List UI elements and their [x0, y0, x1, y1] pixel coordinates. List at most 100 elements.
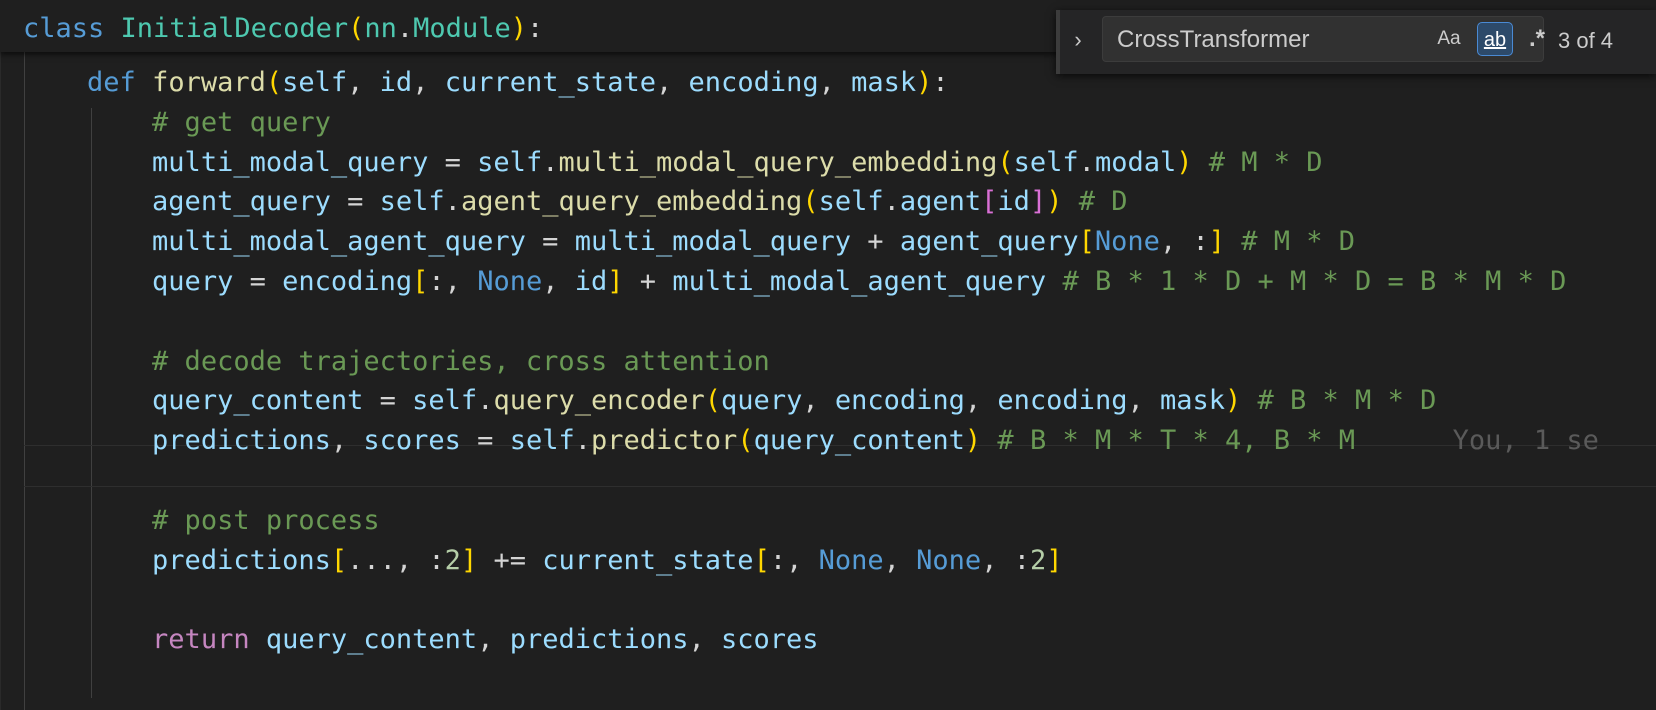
code-token: encoding — [282, 266, 413, 297]
code-token: Module — [413, 13, 511, 44]
code-token: self — [282, 67, 348, 98]
code-token: . — [396, 13, 414, 44]
code-token: predictor — [591, 425, 738, 457]
code-token: agent_query — [899, 226, 1079, 258]
code-token: [ — [330, 544, 348, 576]
code-token: predictions — [509, 624, 689, 656]
code-token: mask — [851, 67, 917, 98]
code-token: ( — [997, 146, 1014, 178]
code-token: ] — [1208, 226, 1225, 258]
code-token: , — [802, 385, 835, 417]
match-case-button[interactable]: Aa — [1431, 22, 1467, 56]
code-token: # M * D — [1224, 226, 1356, 258]
code-line[interactable]: predictions, scores = self.predictor(que… — [22, 420, 1599, 462]
code-token: ( — [265, 67, 283, 98]
code-line[interactable]: agent_query = self.agent_query_embedding… — [22, 181, 1128, 223]
code-token: = — [525, 226, 575, 258]
use-regex-button[interactable]: .* — [1519, 22, 1555, 56]
code-token: . — [444, 186, 461, 218]
code-token: ) — [1046, 186, 1063, 218]
code-token: 2 — [1029, 544, 1047, 576]
code-token: :, — [769, 544, 819, 576]
code-token: query — [721, 385, 803, 417]
code-token: query — [152, 266, 234, 297]
code-line[interactable]: predictions[..., :2] += current_state[:,… — [22, 540, 1062, 582]
code-token: : — [526, 13, 544, 44]
code-token: ( — [348, 13, 365, 44]
toggle-replace-button[interactable]: › — [1068, 24, 1088, 56]
sticky-class-line[interactable]: class InitialDecoder(nn.Module): — [23, 8, 543, 50]
code-token: # M * D — [1192, 146, 1323, 178]
code-token: ( — [802, 186, 819, 218]
code-token: : — [932, 67, 949, 98]
match-count: 3 of 4 — [1558, 28, 1614, 53]
code-token: id — [997, 186, 1030, 218]
find-widget: › Aa ab .* 3 of 4 — [1056, 10, 1656, 74]
code-token: None — [916, 544, 982, 576]
code-token: = — [330, 186, 380, 218]
chevron-right-icon: › — [1074, 27, 1082, 52]
code-line[interactable]: # post process — [22, 500, 380, 542]
find-input[interactable] — [1115, 23, 1399, 57]
code-token: ) — [916, 67, 933, 98]
code-token: , — [542, 266, 575, 297]
code-token: , : — [981, 544, 1030, 576]
code-token: query_encoder — [493, 385, 705, 417]
code-token: self — [412, 385, 478, 417]
code-token: predictions — [152, 425, 331, 457]
code-token: multi_modal_query_embedding — [558, 146, 998, 178]
code-token: . — [1078, 146, 1095, 178]
code-token: None — [818, 544, 884, 576]
code-token: agent — [899, 186, 982, 218]
code-token: self — [379, 186, 445, 218]
code-token: InitialDecoder — [120, 13, 349, 44]
code-token: query_content — [152, 385, 364, 417]
code-token: ] — [1029, 186, 1047, 218]
code-token: # B * M * D — [1241, 385, 1437, 417]
code-token: . — [574, 425, 591, 457]
code-line[interactable]: query = encoding[:, None, id] + multi_mo… — [22, 261, 1566, 303]
code-token: # post process — [152, 504, 380, 536]
code-line[interactable]: return query_content, predictions, score… — [22, 619, 819, 661]
match-whole-word-button[interactable]: ab — [1477, 22, 1513, 56]
code-line[interactable]: query_content = self.query_encoder(query… — [22, 380, 1436, 422]
code-token: scores — [721, 624, 819, 656]
find-input-box[interactable]: Aa ab .* — [1102, 16, 1545, 62]
code-line[interactable]: multi_modal_query = self. multi_modal_que… — [22, 142, 1323, 184]
code-token: , — [656, 67, 689, 98]
code-token: , — [477, 624, 510, 656]
code-token: current_state — [542, 544, 754, 576]
code-line[interactable]: def forward(self, id, current_state, enc… — [22, 62, 949, 104]
git-blame-annotation: You, 1 se — [1355, 425, 1599, 457]
code-token: multi_modal_query — [152, 146, 429, 178]
code-token: = — [428, 146, 478, 178]
code-token: # D — [1062, 186, 1128, 218]
code-token: = — [233, 266, 283, 297]
code-token: 2 — [444, 544, 461, 576]
code-token: self — [477, 146, 543, 178]
code-token: , — [412, 67, 445, 98]
code-token: encoding — [997, 385, 1128, 417]
whole-word-icon: ab — [1483, 29, 1507, 51]
code-token: self — [509, 425, 575, 457]
code-line[interactable]: # decode trajectories, cross attention — [22, 341, 770, 383]
code-token: + — [623, 266, 673, 297]
code-token: None — [1094, 226, 1160, 258]
code-token: agent_query_embedding — [460, 186, 803, 218]
code-editor[interactable]: class InitialDecoder(nn.Module): def for… — [0, 0, 1656, 710]
code-token: , — [964, 385, 998, 417]
code-token: nn — [364, 13, 397, 44]
code-token: predictions — [152, 544, 331, 576]
code-token: def — [87, 67, 153, 98]
code-line[interactable]: # get query — [22, 102, 331, 144]
code-token: class — [23, 13, 121, 44]
code-line[interactable]: multi_modal_agent_query = multi_modal_qu… — [22, 221, 1355, 263]
